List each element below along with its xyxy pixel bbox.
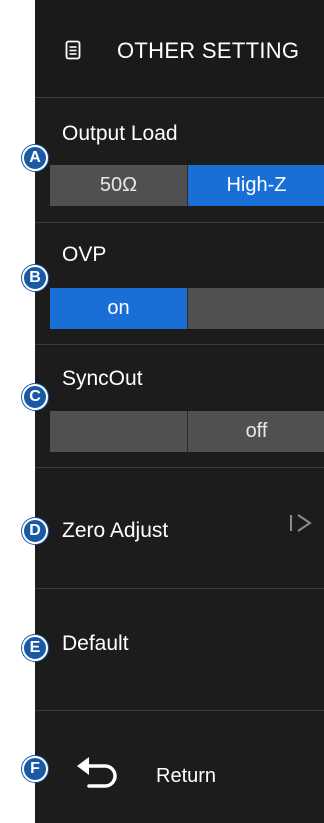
ovp-section: OVP on — [35, 223, 324, 345]
menu-header: OTHER SETTING — [35, 0, 324, 98]
default-label: Default — [62, 632, 129, 655]
default-item[interactable]: Default — [35, 589, 324, 711]
ovp-option-off[interactable] — [188, 288, 324, 329]
ovp-option-on[interactable]: on — [50, 288, 188, 329]
zero-adjust-label: Zero Adjust — [62, 519, 169, 542]
output-load-toggle[interactable]: 50Ω High-Z — [50, 165, 324, 206]
output-load-label: Output Load — [62, 122, 178, 145]
menu-title: OTHER SETTING — [117, 38, 300, 63]
document-icon — [65, 40, 81, 60]
return-label: Return — [156, 765, 217, 787]
syncout-option-off[interactable]: off — [188, 411, 324, 452]
syncout-toggle[interactable]: off — [50, 411, 324, 452]
syncout-option-on[interactable] — [50, 411, 188, 452]
output-load-option-high-z[interactable]: High-Z — [188, 165, 324, 206]
ovp-label: OVP — [62, 243, 107, 266]
badge-c: C — [22, 384, 48, 410]
badge-b: B — [22, 265, 48, 291]
output-load-option-50ohm[interactable]: 50Ω — [50, 165, 188, 206]
syncout-section: SyncOut off — [35, 345, 324, 468]
ovp-toggle[interactable]: on — [50, 288, 324, 329]
return-item[interactable]: Return — [35, 711, 324, 823]
other-setting-panel: OTHER SETTING Output Load 50Ω High-Z OVP… — [35, 0, 324, 823]
badge-a: A — [22, 145, 48, 171]
badge-d: D — [22, 518, 48, 544]
syncout-label: SyncOut — [62, 367, 143, 390]
output-load-section: Output Load 50Ω High-Z — [35, 98, 324, 223]
zero-adjust-item[interactable]: Zero Adjust — [35, 468, 324, 589]
return-arrow-icon — [77, 757, 117, 788]
badge-f: F — [22, 756, 48, 782]
badge-e: E — [22, 635, 48, 661]
submenu-arrow-icon — [290, 514, 312, 532]
